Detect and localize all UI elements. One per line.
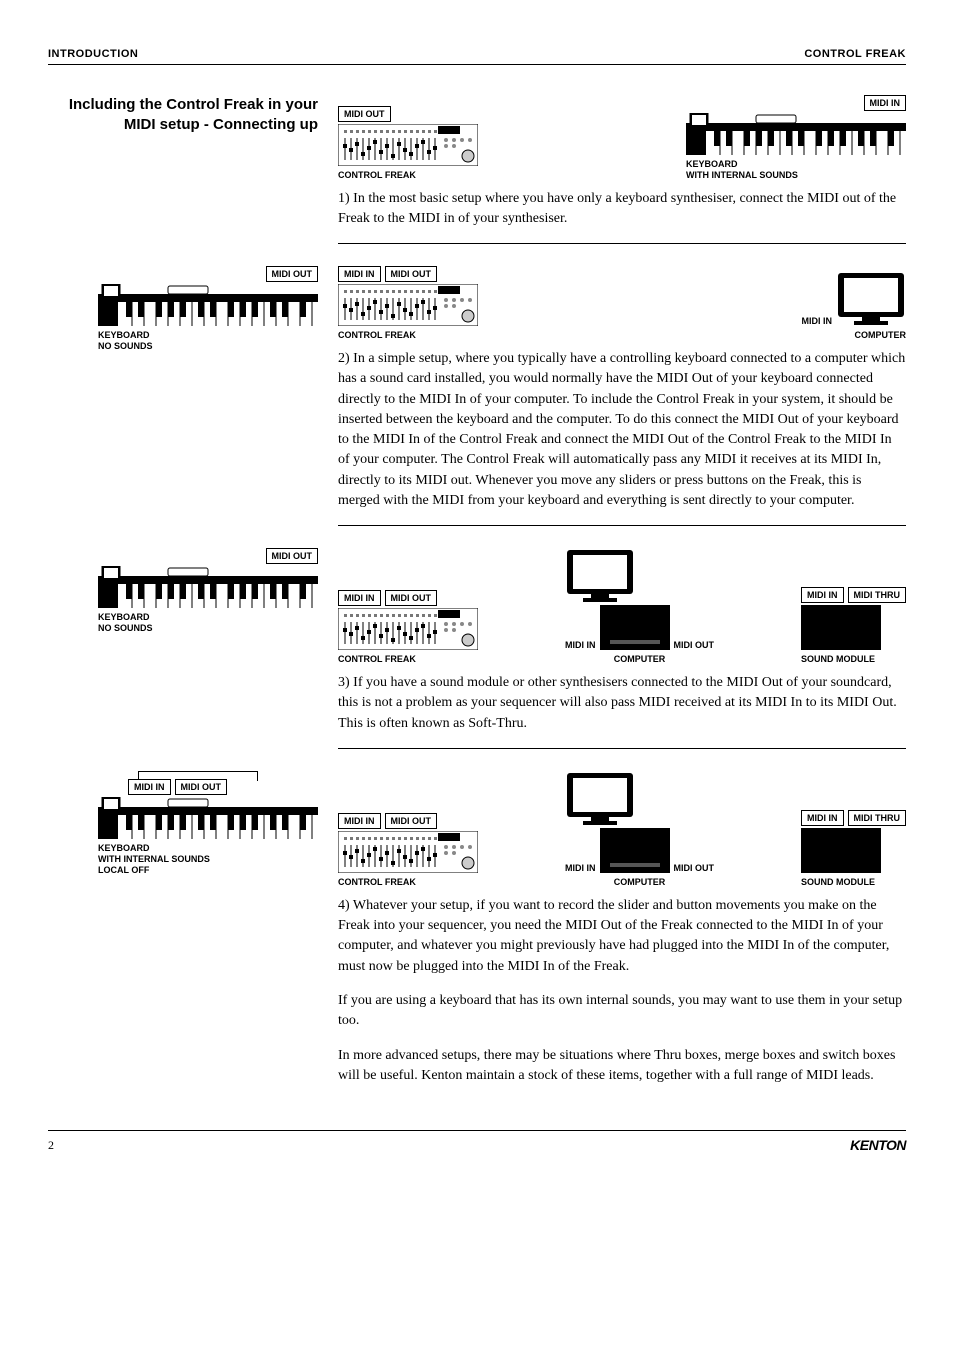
diagram3-sound-module: MIDI IN MIDI THRU SOUND MODULE bbox=[801, 587, 906, 665]
p1-text: 1) In the most basic setup where you hav… bbox=[338, 189, 906, 230]
caption-control-freak: CONTROL FREAK bbox=[338, 654, 416, 665]
port-midi-out-side: MIDI OUT bbox=[674, 863, 715, 873]
caption-keyboard-internal: KEYBOARD WITH INTERNAL SOUNDS bbox=[686, 159, 798, 181]
port-midi-out: MIDI OUT bbox=[175, 779, 228, 795]
control-freak-icon bbox=[338, 608, 478, 650]
p2-text: 2) In a simple setup, where you typicall… bbox=[338, 349, 906, 511]
diagram2-control-freak: MIDI IN MIDI OUT CONTROL FREAK bbox=[338, 266, 478, 341]
section-title: Including the Control Freak in your MIDI… bbox=[48, 95, 318, 136]
diagram3-keyboard: MIDI OUT KEYBOARD NO SOUNDS bbox=[98, 548, 318, 634]
port-midi-out: MIDI OUT bbox=[385, 266, 438, 282]
diagram4-computer: MIDI IN MIDI OUT COMPUTER bbox=[565, 771, 714, 888]
paragraph-3: 3) If you have a sound module or other s… bbox=[338, 673, 906, 734]
separator bbox=[338, 748, 906, 749]
diagram4-sound-module: MIDI IN MIDI THRU SOUND MODULE bbox=[801, 810, 906, 888]
caption-keyboard-internal-localoff: KEYBOARD WITH INTERNAL SOUNDS LOCAL OFF bbox=[98, 843, 210, 875]
port-midi-thru: MIDI THRU bbox=[848, 587, 907, 603]
control-freak-icon bbox=[338, 284, 478, 326]
port-midi-in-side: MIDI IN bbox=[565, 640, 596, 650]
caption-computer: COMPUTER bbox=[614, 877, 666, 888]
sound-module-icon bbox=[801, 605, 881, 650]
port-midi-in-side: MIDI IN bbox=[802, 316, 833, 326]
diagram1-control-freak: MIDI OUT CONTROL FREAK bbox=[338, 106, 478, 181]
port-midi-in: MIDI IN bbox=[801, 587, 844, 603]
caption-computer: COMPUTER bbox=[855, 330, 907, 341]
paragraph-1: 1) In the most basic setup where you hav… bbox=[338, 189, 906, 230]
port-midi-in: MIDI IN bbox=[338, 590, 381, 606]
caption-keyboard-nosounds: KEYBOARD NO SOUNDS bbox=[98, 330, 153, 352]
diagram3-control-freak: MIDI IN MIDI OUT CONTROL FREAK bbox=[338, 590, 478, 665]
caption-keyboard-nosounds: KEYBOARD NO SOUNDS bbox=[98, 612, 153, 634]
p4c-text: In more advanced setups, there may be si… bbox=[338, 1046, 906, 1087]
control-freak-icon bbox=[338, 124, 478, 166]
paragraph-4: 4) Whatever your setup, if you want to r… bbox=[338, 896, 906, 1086]
separator bbox=[338, 243, 906, 244]
port-midi-in-side: MIDI IN bbox=[565, 863, 596, 873]
paragraph-2: 2) In a simple setup, where you typicall… bbox=[338, 349, 906, 511]
port-midi-out: MIDI OUT bbox=[338, 106, 391, 122]
keyboard-icon bbox=[686, 113, 906, 155]
port-midi-out: MIDI OUT bbox=[266, 548, 319, 564]
sound-module-icon bbox=[801, 828, 881, 873]
page-footer: 2 KENTON bbox=[48, 1130, 906, 1153]
control-freak-icon bbox=[338, 831, 478, 873]
diagram4-control-freak: MIDI IN MIDI OUT CONTROL FREAK bbox=[338, 813, 478, 888]
port-midi-out-side: MIDI OUT bbox=[674, 640, 715, 650]
p3-text: 3) If you have a sound module or other s… bbox=[338, 673, 906, 734]
header-left: INTRODUCTION bbox=[48, 48, 138, 60]
port-midi-in: MIDI IN bbox=[338, 266, 381, 282]
tower-icon bbox=[600, 605, 670, 650]
diagram1-keyboard: MIDI IN KEYBOARD WITH INTERNAL SOUNDS bbox=[686, 95, 906, 181]
separator bbox=[338, 525, 906, 526]
port-midi-in: MIDI IN bbox=[864, 95, 907, 111]
diagram2-keyboard: MIDI OUT KEYBOARD NO SOUNDS bbox=[98, 266, 318, 352]
p4b-text: If you are using a keyboard that has its… bbox=[338, 991, 906, 1032]
port-midi-out: MIDI OUT bbox=[385, 590, 438, 606]
caption-control-freak: CONTROL FREAK bbox=[338, 877, 416, 888]
port-midi-out: MIDI OUT bbox=[266, 266, 319, 282]
port-midi-out: MIDI OUT bbox=[385, 813, 438, 829]
monitor-icon bbox=[565, 548, 635, 603]
brand-logo: KENTON bbox=[850, 1137, 906, 1153]
port-midi-thru: MIDI THRU bbox=[848, 810, 907, 826]
caption-sound-module: SOUND MODULE bbox=[801, 877, 875, 888]
monitor-icon bbox=[565, 771, 635, 826]
caption-sound-module: SOUND MODULE bbox=[801, 654, 875, 665]
keyboard-icon bbox=[98, 284, 318, 326]
diagram3-computer: MIDI IN MIDI OUT COMPUTER bbox=[565, 548, 714, 665]
diagram2-computer: MIDI IN COMPUTER bbox=[802, 271, 907, 341]
port-midi-in: MIDI IN bbox=[801, 810, 844, 826]
caption-computer: COMPUTER bbox=[614, 654, 666, 665]
caption-control-freak: CONTROL FREAK bbox=[338, 330, 416, 341]
page-number: 2 bbox=[48, 1138, 54, 1153]
monitor-icon bbox=[836, 271, 906, 326]
page-header: INTRODUCTION CONTROL FREAK bbox=[48, 48, 906, 65]
tower-icon bbox=[600, 828, 670, 873]
p4a-text: 4) Whatever your setup, if you want to r… bbox=[338, 896, 906, 977]
header-right: CONTROL FREAK bbox=[804, 48, 906, 60]
port-midi-in: MIDI IN bbox=[128, 779, 171, 795]
caption-control-freak: CONTROL FREAK bbox=[338, 170, 416, 181]
diagram4-keyboard: MIDI IN MIDI OUT KEYBOARD WITH INTERNAL … bbox=[98, 771, 318, 875]
keyboard-icon bbox=[98, 797, 318, 839]
port-midi-in: MIDI IN bbox=[338, 813, 381, 829]
keyboard-icon bbox=[98, 566, 318, 608]
